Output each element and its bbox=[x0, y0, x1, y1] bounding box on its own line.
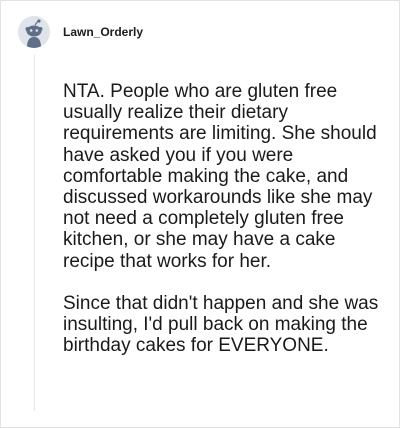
comment-body: NTA. People who are gluten free usually … bbox=[63, 81, 381, 356]
comment-paragraph: Since that didn't happen and she was ins… bbox=[63, 292, 379, 357]
snoo-avatar-icon bbox=[18, 16, 50, 48]
thread-collapse-line[interactable] bbox=[34, 55, 35, 411]
comment-card: Lawn_Orderly NTA. People who are gluten … bbox=[0, 0, 400, 428]
comment-username[interactable]: Lawn_Orderly bbox=[63, 25, 143, 39]
comment-paragraph: NTA. People who are gluten free usually … bbox=[63, 81, 377, 272]
avatar[interactable] bbox=[18, 16, 50, 48]
